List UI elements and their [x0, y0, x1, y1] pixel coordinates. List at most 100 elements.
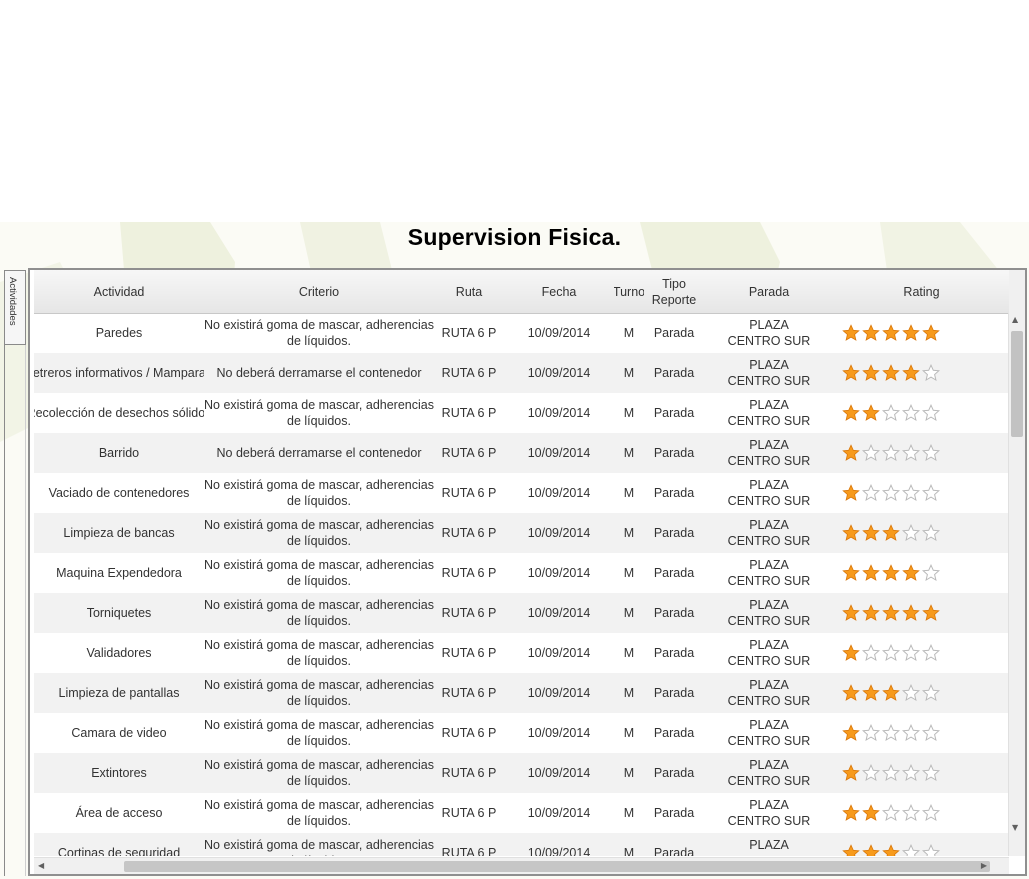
- star-filled-icon[interactable]: [882, 684, 900, 702]
- horizontal-scrollbar[interactable]: ◀ ▶: [34, 857, 1009, 874]
- star-filled-icon[interactable]: [922, 324, 940, 342]
- star-empty-icon[interactable]: [922, 724, 940, 742]
- column-header-rating[interactable]: Rating: [834, 270, 1009, 313]
- star-filled-icon[interactable]: [842, 804, 860, 822]
- star-filled-icon[interactable]: [882, 604, 900, 622]
- star-filled-icon[interactable]: [842, 724, 860, 742]
- star-filled-icon[interactable]: [842, 844, 860, 856]
- star-filled-icon[interactable]: [882, 524, 900, 542]
- table-row[interactable]: Torniquetes No existirá goma de mascar, …: [34, 593, 1009, 633]
- star-empty-icon[interactable]: [882, 644, 900, 662]
- table-row[interactable]: Limpieza de pantallas No existirá goma d…: [34, 673, 1009, 713]
- column-header-parada[interactable]: Parada: [704, 270, 834, 313]
- star-empty-icon[interactable]: [902, 404, 920, 422]
- star-filled-icon[interactable]: [842, 604, 860, 622]
- star-rating[interactable]: [842, 604, 940, 622]
- star-filled-icon[interactable]: [842, 764, 860, 782]
- star-filled-icon[interactable]: [862, 804, 880, 822]
- star-filled-icon[interactable]: [842, 484, 860, 502]
- star-empty-icon[interactable]: [882, 764, 900, 782]
- star-filled-icon[interactable]: [842, 644, 860, 662]
- scroll-down-icon[interactable]: ▼: [1012, 824, 1018, 832]
- star-filled-icon[interactable]: [882, 364, 900, 382]
- star-empty-icon[interactable]: [902, 524, 920, 542]
- star-empty-icon[interactable]: [922, 804, 940, 822]
- star-filled-icon[interactable]: [862, 524, 880, 542]
- star-empty-icon[interactable]: [862, 764, 880, 782]
- star-filled-icon[interactable]: [842, 684, 860, 702]
- star-empty-icon[interactable]: [922, 644, 940, 662]
- star-filled-icon[interactable]: [922, 604, 940, 622]
- tab-actividades[interactable]: Actividades: [4, 270, 26, 345]
- table-row[interactable]: Validadores No existirá goma de mascar, …: [34, 633, 1009, 673]
- star-rating[interactable]: [842, 444, 940, 462]
- star-filled-icon[interactable]: [862, 404, 880, 422]
- star-filled-icon[interactable]: [842, 444, 860, 462]
- star-empty-icon[interactable]: [862, 724, 880, 742]
- table-row[interactable]: Extintores No existirá goma de mascar, a…: [34, 753, 1009, 793]
- star-empty-icon[interactable]: [922, 524, 940, 542]
- star-empty-icon[interactable]: [902, 644, 920, 662]
- table-row[interactable]: Limpieza de bancas No existirá goma de m…: [34, 513, 1009, 553]
- star-rating[interactable]: [842, 324, 940, 342]
- column-header-actividad[interactable]: Actividad: [34, 270, 204, 313]
- star-filled-icon[interactable]: [842, 404, 860, 422]
- star-filled-icon[interactable]: [862, 564, 880, 582]
- star-filled-icon[interactable]: [842, 324, 860, 342]
- star-empty-icon[interactable]: [902, 484, 920, 502]
- column-header-ruta[interactable]: Ruta: [434, 270, 504, 313]
- table-row[interactable]: Letreros informativos / Mamparas No debe…: [34, 353, 1009, 393]
- star-empty-icon[interactable]: [922, 364, 940, 382]
- star-rating[interactable]: [842, 364, 940, 382]
- star-rating[interactable]: [842, 644, 940, 662]
- star-empty-icon[interactable]: [902, 684, 920, 702]
- star-empty-icon[interactable]: [902, 444, 920, 462]
- star-rating[interactable]: [842, 484, 940, 502]
- column-header-tipo-reporte[interactable]: Tipo Reporte: [644, 270, 704, 313]
- star-empty-icon[interactable]: [902, 844, 920, 856]
- star-empty-icon[interactable]: [922, 404, 940, 422]
- table-row[interactable]: Paredes No existirá goma de mascar, adhe…: [34, 313, 1009, 353]
- horizontal-scroll-thumb[interactable]: [124, 861, 990, 872]
- star-empty-icon[interactable]: [862, 484, 880, 502]
- star-filled-icon[interactable]: [882, 324, 900, 342]
- star-rating[interactable]: [842, 844, 940, 856]
- star-filled-icon[interactable]: [842, 524, 860, 542]
- star-empty-icon[interactable]: [882, 804, 900, 822]
- scroll-right-icon[interactable]: ▶: [981, 861, 987, 871]
- star-rating[interactable]: [842, 524, 940, 542]
- star-empty-icon[interactable]: [862, 644, 880, 662]
- star-filled-icon[interactable]: [862, 604, 880, 622]
- star-rating[interactable]: [842, 564, 940, 582]
- table-row[interactable]: Recolección de desechos sólidos No exist…: [34, 393, 1009, 433]
- star-filled-icon[interactable]: [902, 604, 920, 622]
- table-row[interactable]: Camara de video No existirá goma de masc…: [34, 713, 1009, 753]
- table-row[interactable]: Cortinas de seguridad No existirá goma d…: [34, 833, 1009, 856]
- star-empty-icon[interactable]: [922, 684, 940, 702]
- scroll-up-icon[interactable]: ▲: [1012, 316, 1018, 324]
- star-empty-icon[interactable]: [882, 404, 900, 422]
- star-empty-icon[interactable]: [902, 764, 920, 782]
- vertical-scroll-thumb[interactable]: [1011, 331, 1023, 437]
- star-filled-icon[interactable]: [882, 564, 900, 582]
- table-row[interactable]: Área de acceso No existirá goma de masca…: [34, 793, 1009, 833]
- star-empty-icon[interactable]: [862, 444, 880, 462]
- table-row[interactable]: Vaciado de contenedores No existirá goma…: [34, 473, 1009, 513]
- column-header-turno[interactable]: Turno: [614, 270, 644, 313]
- star-empty-icon[interactable]: [902, 804, 920, 822]
- column-header-criterio[interactable]: Criterio: [204, 270, 434, 313]
- star-filled-icon[interactable]: [862, 844, 880, 856]
- star-rating[interactable]: [842, 404, 940, 422]
- star-filled-icon[interactable]: [882, 844, 900, 856]
- star-rating[interactable]: [842, 724, 940, 742]
- vertical-scrollbar[interactable]: ▲ ▼: [1008, 313, 1025, 856]
- star-rating[interactable]: [842, 684, 940, 702]
- table-row[interactable]: Barrido No deberá derramarse el contened…: [34, 433, 1009, 473]
- star-filled-icon[interactable]: [902, 364, 920, 382]
- star-empty-icon[interactable]: [922, 484, 940, 502]
- star-empty-icon[interactable]: [882, 484, 900, 502]
- star-filled-icon[interactable]: [902, 564, 920, 582]
- table-row[interactable]: Maquina Expendedora No existirá goma de …: [34, 553, 1009, 593]
- star-empty-icon[interactable]: [882, 724, 900, 742]
- star-filled-icon[interactable]: [862, 364, 880, 382]
